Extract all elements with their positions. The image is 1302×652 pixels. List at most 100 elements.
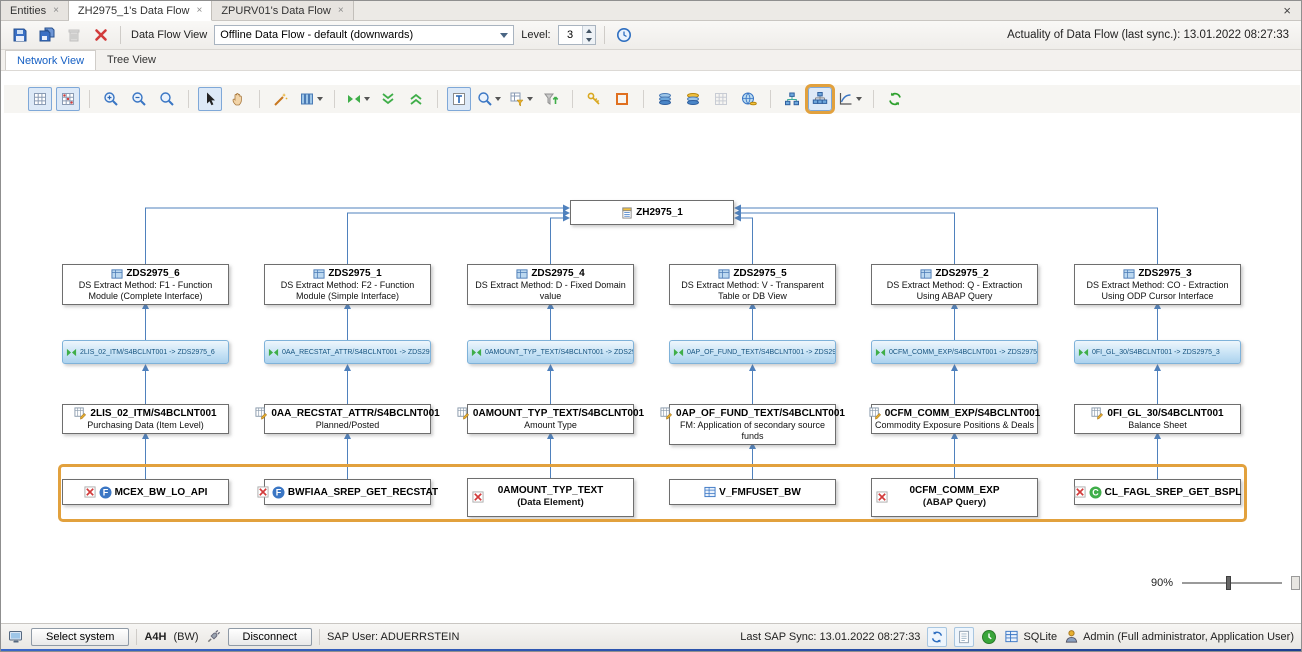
ds-node[interactable]: ZDS2975_1 DS Extract Method: F2 - Functi… (264, 264, 431, 305)
zoom-slider[interactable] (1182, 582, 1282, 584)
transformation-label: 2LIS_02_ITM/S4BCLNT001 -> ZDS2975_6 (80, 349, 215, 356)
layers-blue-button[interactable] (653, 87, 677, 111)
source-datasource-node[interactable]: 2LIS_02_ITM/S4BCLNT001 Purchasing Data (… (62, 404, 229, 434)
view-tabbar: Network View Tree View (1, 50, 1301, 71)
level-up-button[interactable] (583, 26, 595, 35)
transformation-node[interactable]: 0CFM_COMM_EXP/S4BCLNT001 -> ZDS2975_2 (871, 340, 1038, 364)
origin-node[interactable]: 0AMOUNT_TYP_TEXT (Data Element) (467, 478, 634, 517)
node-title: 0CFM_COMM_EXP/S4BCLNT001 (885, 407, 1041, 420)
save-all-button[interactable] (36, 24, 58, 46)
collapse-all-button[interactable] (376, 87, 400, 111)
svg-text:F: F (102, 487, 108, 497)
log-button[interactable] (954, 627, 974, 647)
tab-entities[interactable]: Entities × (1, 1, 69, 20)
magic-layout-icon (273, 91, 289, 107)
grid-light-button[interactable] (709, 87, 733, 111)
fit-width-button[interactable] (344, 87, 372, 111)
ds-node[interactable]: ZDS2975_6 DS Extract Method: F1 - Functi… (62, 264, 229, 305)
sync-button[interactable] (927, 627, 947, 647)
source-datasource-node[interactable]: 0AP_OF_FUND_TEXT/S4BCLNT001 FM: Applicat… (669, 404, 836, 445)
snap-points-button[interactable] (56, 87, 80, 111)
transformation-node[interactable]: 0AP_OF_FUND_TEXT/S4BCLNT001 -> ZDS2975_5 (669, 340, 836, 364)
node-description: DS Extract Method: V - Transparent Table… (672, 280, 833, 302)
node-description: Purchasing Data (Item Level) (65, 420, 226, 431)
node-description: DS Extract Method: F1 - Function Module … (65, 280, 226, 302)
app-window: Entities × ZH2975_1's Data Flow × ZPURV0… (0, 0, 1302, 652)
clock-green-icon[interactable] (981, 629, 997, 645)
tab-close-icon[interactable]: × (196, 5, 202, 16)
network-layout-button[interactable] (780, 87, 804, 111)
snap-grid-button[interactable] (28, 87, 52, 111)
zoom-in-button[interactable] (99, 87, 123, 111)
select-system-button[interactable]: Select system (31, 628, 129, 646)
table-filter-button[interactable] (507, 87, 535, 111)
hierarchic-layout-button[interactable] (808, 87, 832, 111)
tab-zpurv01-data-flow[interactable]: ZPURV01's Data Flow × (212, 1, 353, 20)
delete-button[interactable] (63, 24, 85, 46)
layout-options-button[interactable] (297, 87, 325, 111)
globe-layers-button[interactable] (737, 87, 761, 111)
tab-network-view[interactable]: Network View (5, 50, 96, 70)
transformation-node[interactable]: 2LIS_02_ITM/S4BCLNT001 -> ZDS2975_6 (62, 340, 229, 364)
separator (873, 90, 874, 108)
impact-frame-button[interactable] (610, 87, 634, 111)
table-filter-icon (509, 91, 525, 107)
panel-close-icon[interactable]: × (1273, 1, 1301, 20)
function-module-icon: F (272, 486, 285, 499)
main-toolbar: Data Flow View Offline Data Flow - defau… (1, 21, 1301, 50)
transformation-label: 0CFM_COMM_EXP/S4BCLNT001 -> ZDS2975_2 (889, 349, 1038, 356)
level-down-button[interactable] (583, 35, 595, 44)
node-title: ZDS2975_1 (328, 267, 381, 280)
pan-hand-button[interactable] (226, 87, 250, 111)
node-title: ZDS2975_4 (531, 267, 584, 280)
tab-close-icon[interactable]: × (338, 5, 344, 16)
snap-points-icon (60, 91, 76, 107)
magic-layout-button[interactable] (269, 87, 293, 111)
datasource-icon (718, 268, 730, 280)
keys-button[interactable] (582, 87, 606, 111)
source-datasource-node[interactable]: 0FI_GL_30/S4BCLNT001 Balance Sheet (1074, 404, 1241, 434)
tab-zh2975-data-flow[interactable]: ZH2975_1's Data Flow × (69, 1, 212, 21)
text-tool-button[interactable] (447, 87, 471, 111)
source-datasource-node[interactable]: 0CFM_COMM_EXP/S4BCLNT001 Commodity Expos… (871, 404, 1038, 434)
transformation-node[interactable]: 0FI_GL_30/S4BCLNT001 -> ZDS2975_3 (1074, 340, 1241, 364)
data-flow-view-value: Offline Data Flow - default (downwards) (220, 29, 413, 41)
origin-node[interactable]: F BWFIAA_SREP_GET_RECSTAT (264, 479, 431, 505)
data-flow-view-select[interactable]: Offline Data Flow - default (downwards) (214, 25, 514, 45)
ds-node[interactable]: ZDS2975_4 DS Extract Method: D - Fixed D… (467, 264, 634, 305)
transformation-node[interactable]: 0AA_RECSTAT_ATTR/S4BCLNT001 -> ZDS2975_1 (264, 340, 431, 364)
level-spinner[interactable]: 3 (558, 25, 596, 45)
expand-all-button[interactable] (404, 87, 428, 111)
disconnect-button[interactable]: Disconnect (228, 628, 312, 646)
zoom-slider-thumb[interactable] (1226, 576, 1231, 590)
transformation-node[interactable]: 0AMOUNT_TYP_TEXT/S4BCLNT001 -> ZDS2975_4 (467, 340, 634, 364)
search-button[interactable] (475, 87, 503, 111)
source-datasource-node[interactable]: 0AMOUNT_TYP_TEXT/S4BCLNT001 Amount Type (467, 404, 634, 434)
tab-close-icon[interactable]: × (53, 5, 59, 16)
origin-node[interactable]: 0CFM_COMM_EXP (ABAP Query) (871, 478, 1038, 517)
ds-node[interactable]: ZDS2975_2 DS Extract Method: Q - Extract… (871, 264, 1038, 305)
node-description: DS Extract Method: F2 - Function Module … (267, 280, 428, 302)
origin-node[interactable]: V_FMFUSET_BW (669, 479, 836, 505)
ds-node[interactable]: ZDS2975_3 DS Extract Method: CO - Extrac… (1074, 264, 1241, 305)
layers-gold-button[interactable] (681, 87, 705, 111)
source-datasource-node[interactable]: 0AA_RECSTAT_ATTR/S4BCLNT001 Planned/Post… (264, 404, 431, 434)
save-button[interactable] (9, 24, 31, 46)
chart-style-button[interactable] (836, 87, 864, 111)
transformation-label: 0AA_RECSTAT_ATTR/S4BCLNT001 -> ZDS2975_1 (282, 349, 431, 356)
zoom-out-button[interactable] (127, 87, 151, 111)
select-cursor-button[interactable] (198, 87, 222, 111)
psa-table-icon (869, 407, 882, 420)
ds-node[interactable]: ZDS2975_5 DS Extract Method: V - Transpa… (669, 264, 836, 305)
refresh-layout-button[interactable] (883, 87, 907, 111)
root-node[interactable]: ZH2975_1 (570, 200, 734, 225)
origin-node[interactable]: C CL_FAGL_SREP_GET_BSPL (1074, 479, 1241, 505)
remove-button[interactable] (90, 24, 112, 46)
node-description: (ABAP Query) (874, 497, 1035, 508)
zoom-marquee-button[interactable] (155, 87, 179, 111)
tab-tree-view[interactable]: Tree View (96, 50, 167, 70)
sync-clock-button[interactable] (613, 24, 635, 46)
origin-node[interactable]: F MCEX_BW_LO_API (62, 479, 229, 505)
filter-up-button[interactable] (539, 87, 563, 111)
zoom-slider-end[interactable] (1291, 576, 1300, 590)
